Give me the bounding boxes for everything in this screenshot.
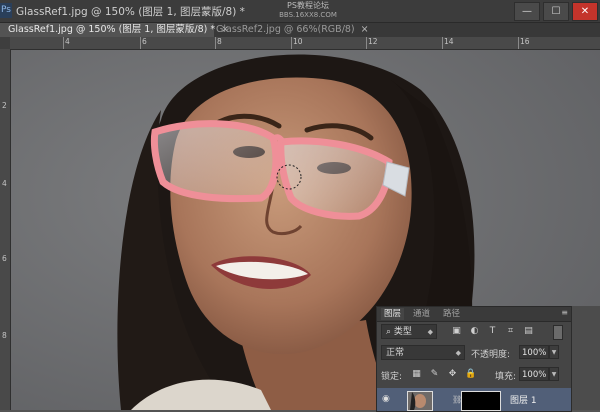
document-tabs: GlassRef1.jpg @ 150% (图层 1, 图层蒙版/8) * × G…: [0, 23, 600, 37]
tab-glassref1[interactable]: GlassRef1.jpg @ 150% (图层 1, 图层蒙版/8) * ×: [0, 23, 229, 37]
watermark-line-2: BBS.16XX8.COM: [279, 11, 337, 19]
ruler-mark: [366, 37, 367, 49]
adjustment-filter-icon[interactable]: ◐: [469, 326, 480, 337]
ruler-mark: [63, 37, 64, 49]
chevron-down-icon: ◆: [455, 349, 461, 357]
lock-all-icon[interactable]: 🔒: [465, 369, 476, 380]
title-bar: Ps GlassRef1.jpg @ 150% (图层 1, 图层蒙版/8) *…: [0, 0, 600, 23]
blend-mode-dropdown[interactable]: 正常 ◆: [381, 345, 465, 360]
tab-label: GlassRef2.jpg @ 66%(RGB/8): [216, 24, 355, 35]
ruler-tick: 2: [2, 101, 7, 110]
panel-dock-strip: [571, 306, 600, 410]
fill-slider-toggle[interactable]: ▼: [549, 367, 559, 381]
opacity-input[interactable]: 100%: [519, 345, 549, 359]
ruler-tick: 8: [217, 37, 222, 46]
ruler-mark: [291, 37, 292, 49]
shape-filter-icon[interactable]: ⌗: [505, 326, 516, 337]
maximize-button[interactable]: ☐: [543, 2, 569, 21]
lock-transparent-icon[interactable]: ▦: [411, 369, 422, 380]
photoshop-logo-icon: Ps: [0, 3, 12, 18]
ruler-tick: 8: [2, 331, 7, 340]
layer-filter-row: ⌕ 类型 ◆ ▣ ◐ T ⌗ ▤: [377, 324, 571, 340]
fill-label: 填充:: [495, 372, 517, 382]
search-icon: ⌕: [386, 327, 394, 337]
ruler-tick: 6: [142, 37, 147, 46]
pixel-filter-icon[interactable]: ▣: [451, 326, 462, 337]
filter-kind-dropdown[interactable]: ⌕ 类型 ◆: [381, 324, 437, 339]
tab-label: GlassRef1.jpg @ 150% (图层 1, 图层蒙版/8) *: [8, 24, 216, 35]
tab-paths[interactable]: 路径: [443, 308, 460, 320]
vertical-ruler[interactable]: 2 4 6 8: [0, 49, 11, 410]
blend-mode-value: 正常: [386, 348, 405, 358]
tab-layers[interactable]: 图层: [381, 308, 405, 320]
opacity-slider-toggle[interactable]: ▼: [549, 345, 559, 359]
smart-object-filter-icon[interactable]: ▤: [523, 326, 534, 337]
ruler-corner[interactable]: [0, 37, 10, 49]
filter-toggle[interactable]: [553, 325, 563, 340]
tab-channels[interactable]: 通道: [413, 308, 430, 320]
window-title: GlassRef1.jpg @ 150% (图层 1, 图层蒙版/8) *: [16, 6, 245, 18]
visibility-eye-icon[interactable]: ◉: [382, 394, 394, 404]
ruler-tick: 4: [65, 37, 70, 46]
ruler-tick: 14: [444, 37, 454, 46]
layer-mask-thumbnail[interactable]: [461, 391, 501, 411]
lock-label: 锁定:: [381, 372, 403, 382]
close-button[interactable]: ✕: [572, 2, 598, 21]
type-filter-icon[interactable]: T: [487, 326, 498, 337]
filter-kind-value: 类型: [393, 327, 412, 337]
ruler-tick: 10: [293, 37, 303, 46]
ruler-tick: 6: [2, 254, 7, 263]
tab-glassref2[interactable]: GlassRef2.jpg @ 66%(RGB/8) ×: [208, 23, 369, 37]
fill-input[interactable]: 100%: [519, 367, 549, 381]
layer-thumbnail[interactable]: [407, 391, 433, 411]
lock-position-move-icon[interactable]: ✥: [447, 369, 458, 380]
horizontal-ruler[interactable]: 4 6 8 10 12 14 16: [10, 37, 600, 50]
layer-row-selected[interactable]: ◉ ⛓ 图层 1: [377, 388, 571, 411]
lock-row: 锁定: ▦ ✎ ✥ 🔒 填充: 100% ▼: [377, 367, 571, 383]
tab-close-icon[interactable]: ×: [361, 24, 369, 35]
minimize-button[interactable]: —: [514, 2, 540, 21]
watermark: PS教程论坛 BBS.16XX8.COM: [268, 1, 348, 20]
opacity-label: 不透明度:: [471, 350, 511, 360]
ruler-mark: [442, 37, 443, 49]
watermark-line-1: PS教程论坛: [287, 1, 329, 10]
ruler-mark: [518, 37, 519, 49]
ruler-mark: [215, 37, 216, 49]
ruler-tick: 4: [2, 179, 7, 188]
layer-thumbnail-image: [408, 392, 432, 410]
window-controls: — ☐ ✕: [511, 2, 598, 21]
layer-name[interactable]: 图层 1: [510, 393, 537, 406]
panel-tabs: 图层 通道 路径 ≡: [377, 307, 571, 322]
ruler-mark: [140, 37, 141, 49]
panel-menu-icon[interactable]: ≡: [561, 308, 568, 317]
lock-image-brush-icon[interactable]: ✎: [429, 369, 440, 380]
blend-row: 正常 ◆ 不透明度: 100% ▼: [377, 345, 571, 361]
layers-panel: 图层 通道 路径 ≡ ⌕ 类型 ◆ ▣ ◐ T ⌗ ▤ 正常 ◆ 不透明度: 1…: [376, 306, 572, 412]
chevron-down-icon: ◆: [427, 328, 433, 336]
ruler-tick: 12: [368, 37, 378, 46]
ruler-tick: 16: [520, 37, 530, 46]
